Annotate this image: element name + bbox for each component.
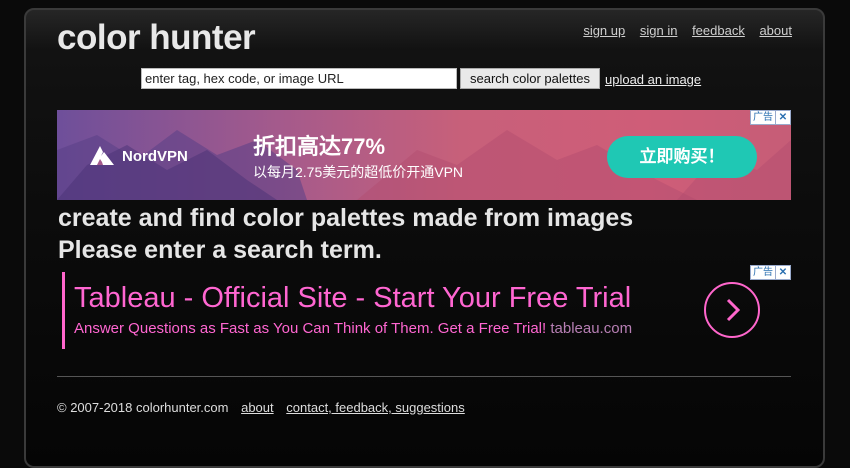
text-ad-description-text: Answer Questions as Fast as You Can Thin…	[74, 320, 547, 337]
upload-image-link[interactable]: upload an image	[605, 72, 701, 87]
ad-brand: NordVPN	[122, 148, 188, 165]
copyright: © 2007-2018 colorhunter.com	[57, 400, 229, 415]
ad-badge: 广告 ✕	[750, 110, 791, 125]
ad-headline: 折扣高达77%	[253, 134, 386, 159]
sign-up-link[interactable]: sign up	[583, 23, 625, 38]
text-ad-domain[interactable]: tableau.com	[550, 320, 632, 337]
page-heading: create and find color palettes made from…	[58, 202, 633, 266]
text-ad-description: Answer Questions as Fast as You Can Thin…	[74, 320, 632, 337]
text-ad-badge: 广告 ✕	[750, 265, 791, 280]
search-input[interactable]	[141, 68, 457, 89]
close-icon[interactable]: ✕	[775, 111, 790, 124]
ad-cta-button[interactable]: 立即购买！	[607, 136, 757, 178]
ad-label: 广告	[753, 112, 773, 123]
footer-about-link[interactable]: about	[241, 400, 274, 415]
footer-contact-link[interactable]: contact, feedback, suggestions	[286, 400, 465, 415]
ad-label: 广告	[753, 267, 773, 278]
footer: © 2007-2018 colorhunter.com about contac…	[57, 400, 465, 415]
search-button[interactable]: search color palettes	[460, 68, 600, 89]
top-nav: sign up sign in feedback about	[572, 23, 792, 38]
footer-divider	[57, 376, 791, 377]
close-icon[interactable]: ✕	[775, 266, 790, 279]
nordvpn-logo-icon	[90, 146, 114, 165]
search-message: Please enter a search term.	[58, 236, 382, 264]
site-logo[interactable]: color hunter	[57, 18, 256, 58]
tagline-text: create and find color palettes made from…	[58, 204, 634, 232]
sign-in-link[interactable]: sign in	[640, 23, 678, 38]
chevron-right-icon	[726, 298, 741, 322]
text-ad-accent-bar	[62, 272, 65, 349]
feedback-link[interactable]: feedback	[692, 23, 745, 38]
text-ad-title[interactable]: Tableau - Official Site - Start Your Fre…	[74, 282, 631, 315]
text-ad-arrow-button[interactable]	[704, 282, 760, 338]
ad-subline: 以每月2.75美元的超低价开通VPN	[253, 164, 464, 180]
about-link[interactable]: about	[759, 23, 792, 38]
